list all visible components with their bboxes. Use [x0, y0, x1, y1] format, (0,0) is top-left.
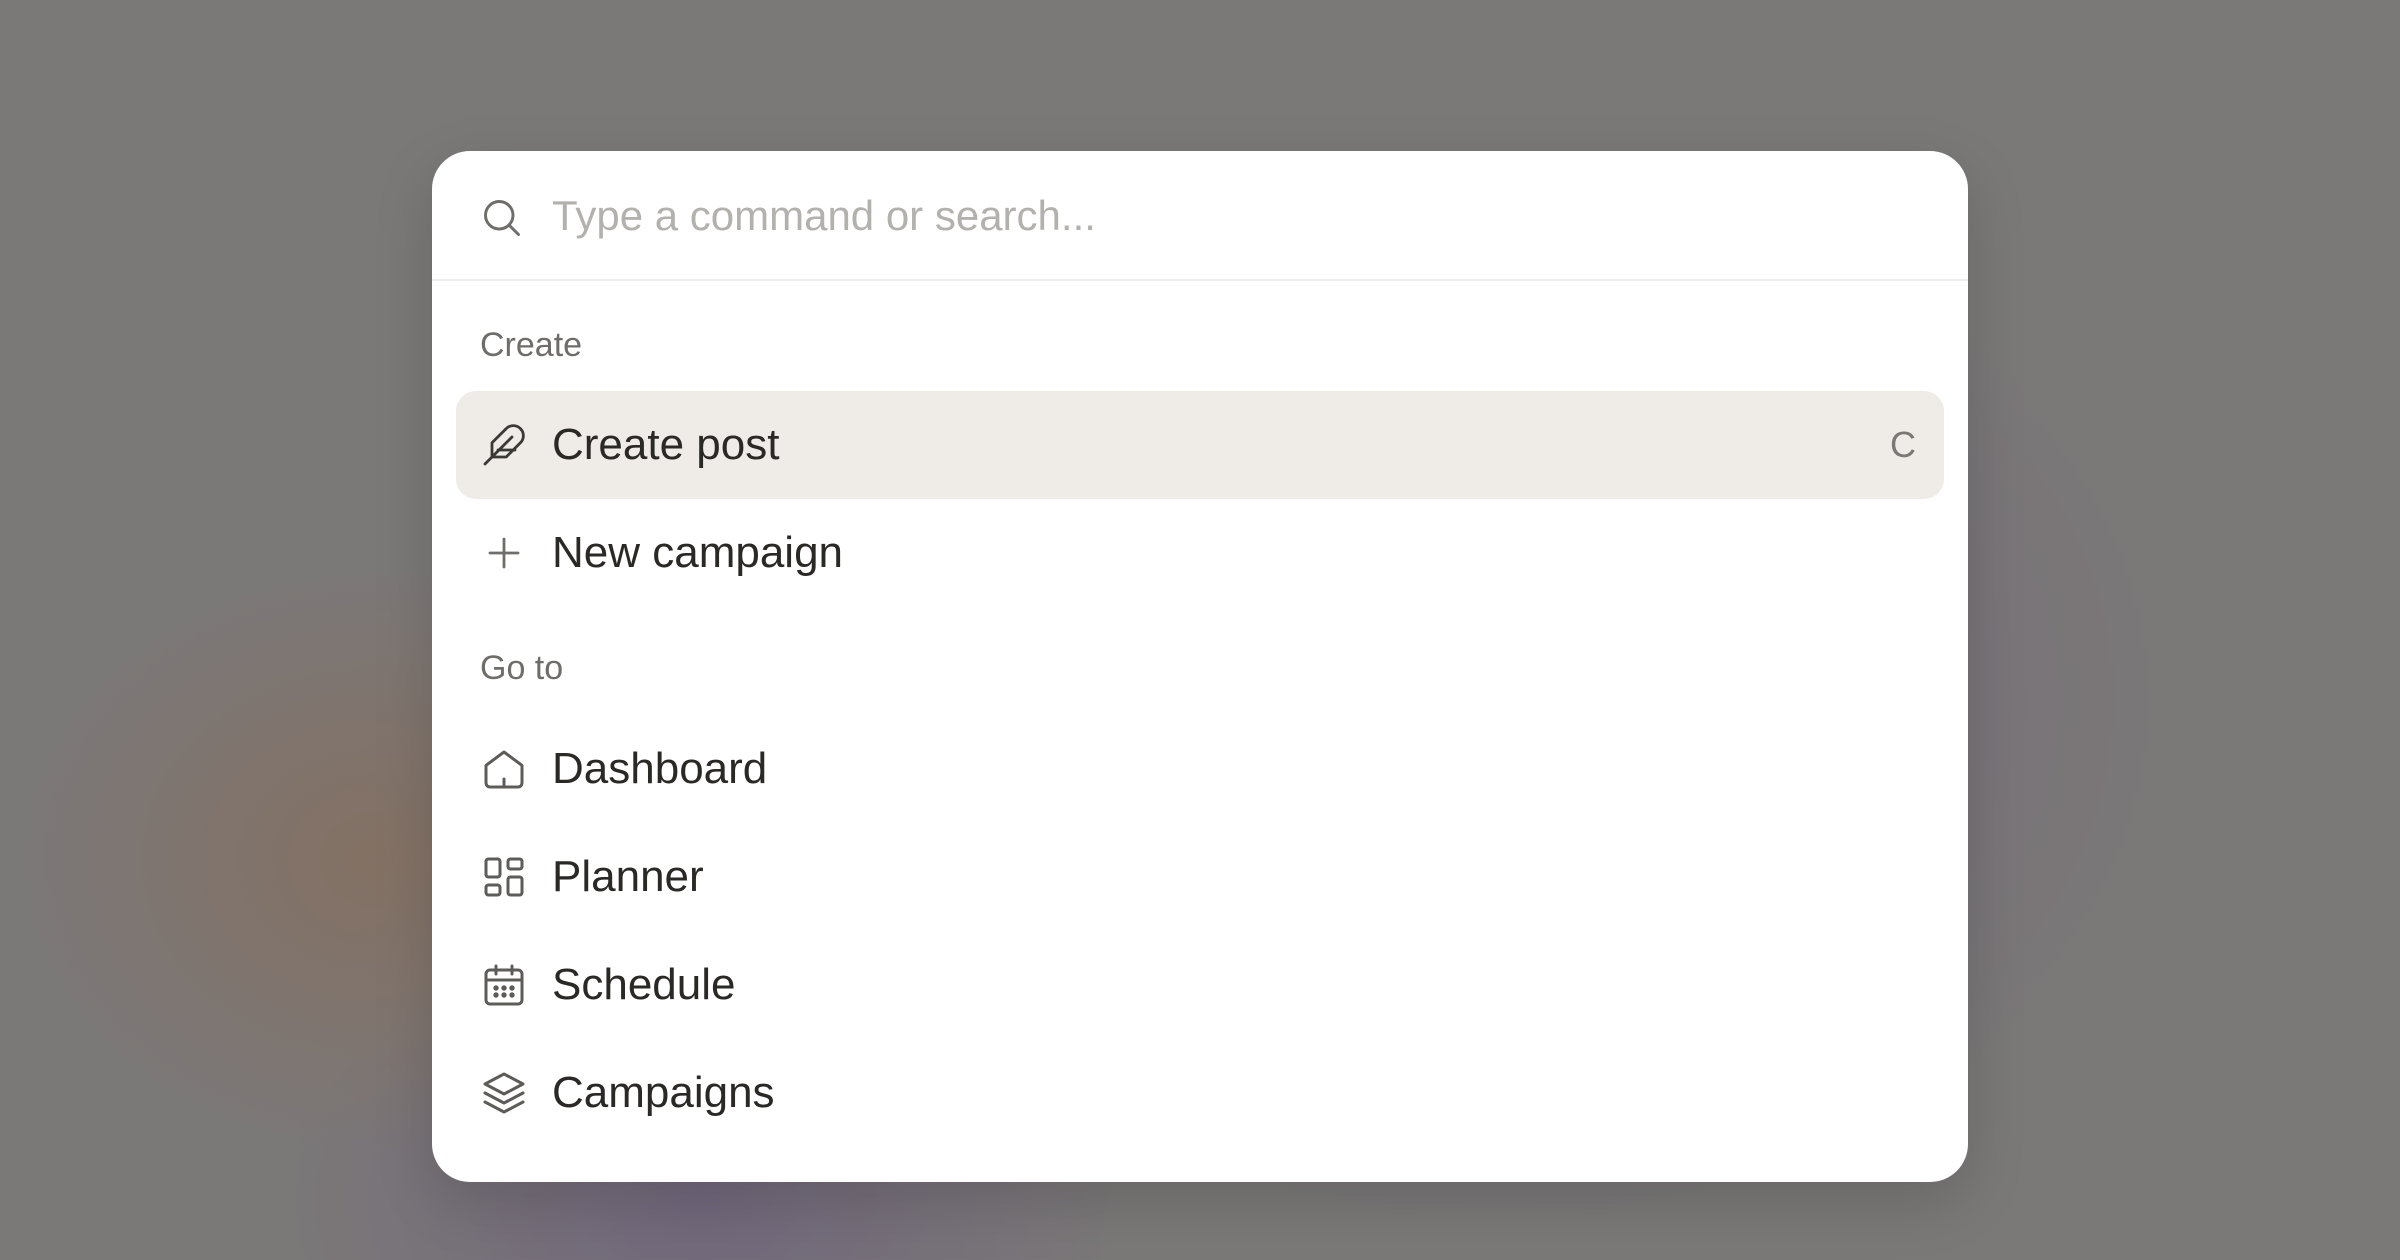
layers-icon [480, 1069, 528, 1117]
feather-icon [480, 421, 528, 469]
command-item-label: Dashboard [552, 744, 768, 793]
home-icon [480, 745, 528, 793]
layout-grid-icon [480, 853, 528, 901]
keyboard-shortcut: C [1890, 424, 1916, 465]
search-row [432, 151, 1968, 281]
command-search-input[interactable] [552, 181, 1932, 251]
command-item-create-post[interactable]: Create post C [456, 391, 1944, 499]
section-label-create: Create [480, 326, 583, 364]
search-icon [480, 196, 524, 240]
command-item-planner[interactable]: Planner [456, 823, 1944, 931]
partially-visible-icon [480, 1173, 524, 1182]
command-palette: Create Create post C New campaign Go to [432, 151, 1968, 1182]
command-item-label: Schedule [552, 960, 736, 1009]
section-label-go-to: Go to [480, 649, 564, 687]
command-item-label: Campaigns [552, 1068, 775, 1117]
command-item-dashboard[interactable]: Dashboard [456, 715, 1944, 823]
command-item-label: Planner [552, 852, 704, 901]
command-item-new-campaign[interactable]: New campaign [456, 499, 1944, 607]
command-item-label: Create post [552, 420, 780, 469]
calendar-icon [480, 961, 528, 1009]
command-item-schedule[interactable]: Schedule [456, 931, 1944, 1039]
plus-icon [480, 529, 528, 577]
command-item-label: New campaign [552, 528, 844, 577]
command-item-campaigns[interactable]: Campaigns [456, 1039, 1944, 1147]
